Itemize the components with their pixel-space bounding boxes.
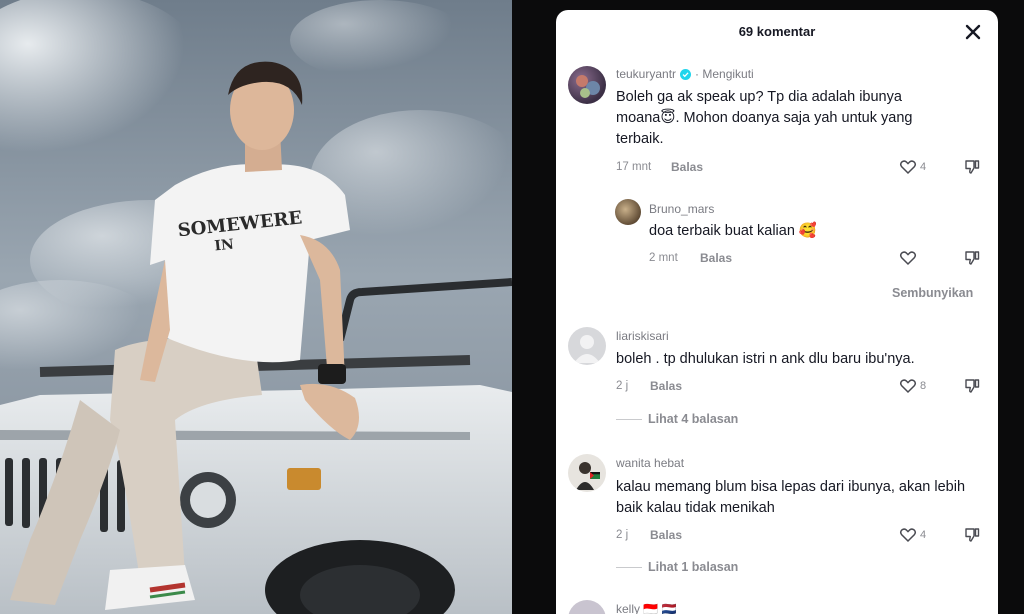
dislike-icon[interactable]	[963, 377, 981, 395]
photo-illustration: SOMEWERE IN	[0, 0, 512, 614]
avatar[interactable]	[568, 66, 606, 104]
comment-text: boleh . tp dhulukan istri n ank dlu baru…	[616, 351, 915, 367]
comment-time: 2 mnt	[649, 252, 678, 264]
sheet-header: 69 komentar	[556, 10, 998, 54]
username-text[interactable]: wanita hebat	[616, 456, 684, 470]
comment-username[interactable]: teukuryantr · Mengikuti	[616, 67, 754, 81]
view-replies-button[interactable]: Lihat 4 balasan	[616, 412, 738, 426]
comment-time: 2 j	[616, 380, 629, 392]
svg-text:IN: IN	[214, 237, 235, 255]
avatar[interactable]	[615, 199, 641, 225]
divider-line	[616, 566, 642, 568]
verified-badge-icon	[680, 68, 692, 80]
comment-time: 2 j	[616, 529, 629, 541]
avatar[interactable]	[568, 454, 606, 492]
username-text[interactable]: Bruno_mars	[649, 202, 714, 216]
like-button[interactable]: 4	[899, 526, 926, 544]
comment-username[interactable]: Bruno_mars	[649, 202, 714, 216]
avatar[interactable]	[568, 327, 606, 365]
dislike-icon[interactable]	[963, 249, 981, 267]
like-button[interactable]: 4	[899, 158, 926, 176]
comment-username[interactable]: kelly 🇮🇩 🇳🇱	[616, 602, 677, 614]
view-replies-label[interactable]: Lihat 1 balasan	[648, 560, 738, 574]
heart-icon	[899, 379, 917, 394]
like-button[interactable]	[899, 249, 920, 267]
comment-text: kalau memang blum bisa lepas dari ibunya…	[616, 479, 966, 516]
comment-text: Boleh ga ak speak up? Tp dia adalah ibun…	[616, 89, 913, 147]
view-replies-button[interactable]: Lihat 1 balasan	[616, 560, 738, 574]
close-icon[interactable]	[962, 21, 984, 43]
like-count: 4	[920, 161, 927, 173]
heart-icon	[899, 528, 917, 543]
hide-replies-button[interactable]: Sembunyikan	[892, 286, 973, 300]
dislike-icon[interactable]	[963, 526, 981, 544]
avatar[interactable]	[568, 600, 606, 614]
like-count: 8	[920, 380, 927, 392]
following-tag: · Mengikuti	[695, 67, 754, 81]
like-count: 4	[920, 529, 927, 541]
comments-sheet: 69 komentar teukuryantr · Mengikuti Bole…	[556, 10, 998, 614]
reply-button[interactable]: Balas	[671, 160, 703, 174]
comment-username[interactable]: liariskisari	[616, 329, 669, 343]
reply-button[interactable]: Balas	[700, 251, 732, 265]
photo-man-on-jeep: SOMEWERE IN	[0, 0, 512, 614]
heart-icon	[899, 160, 917, 175]
comment-text: doa terbaik buat kalian 🥰	[649, 223, 817, 239]
dislike-icon[interactable]	[963, 158, 981, 176]
comments-count-title: 69 komentar	[738, 24, 816, 39]
username-text[interactable]: teukuryantr	[616, 67, 676, 81]
like-button[interactable]: 8	[899, 377, 926, 395]
heart-icon	[899, 251, 917, 266]
divider-line	[616, 418, 642, 420]
reply-button[interactable]: Balas	[650, 528, 682, 542]
reply-button[interactable]: Balas	[650, 379, 682, 393]
view-replies-label[interactable]: Lihat 4 balasan	[648, 412, 738, 426]
username-text[interactable]: kelly 🇮🇩 🇳🇱	[616, 602, 677, 614]
comment-time: 17 mnt	[616, 161, 652, 173]
comment-username[interactable]: wanita hebat	[616, 456, 684, 470]
username-text[interactable]: liariskisari	[616, 329, 669, 343]
